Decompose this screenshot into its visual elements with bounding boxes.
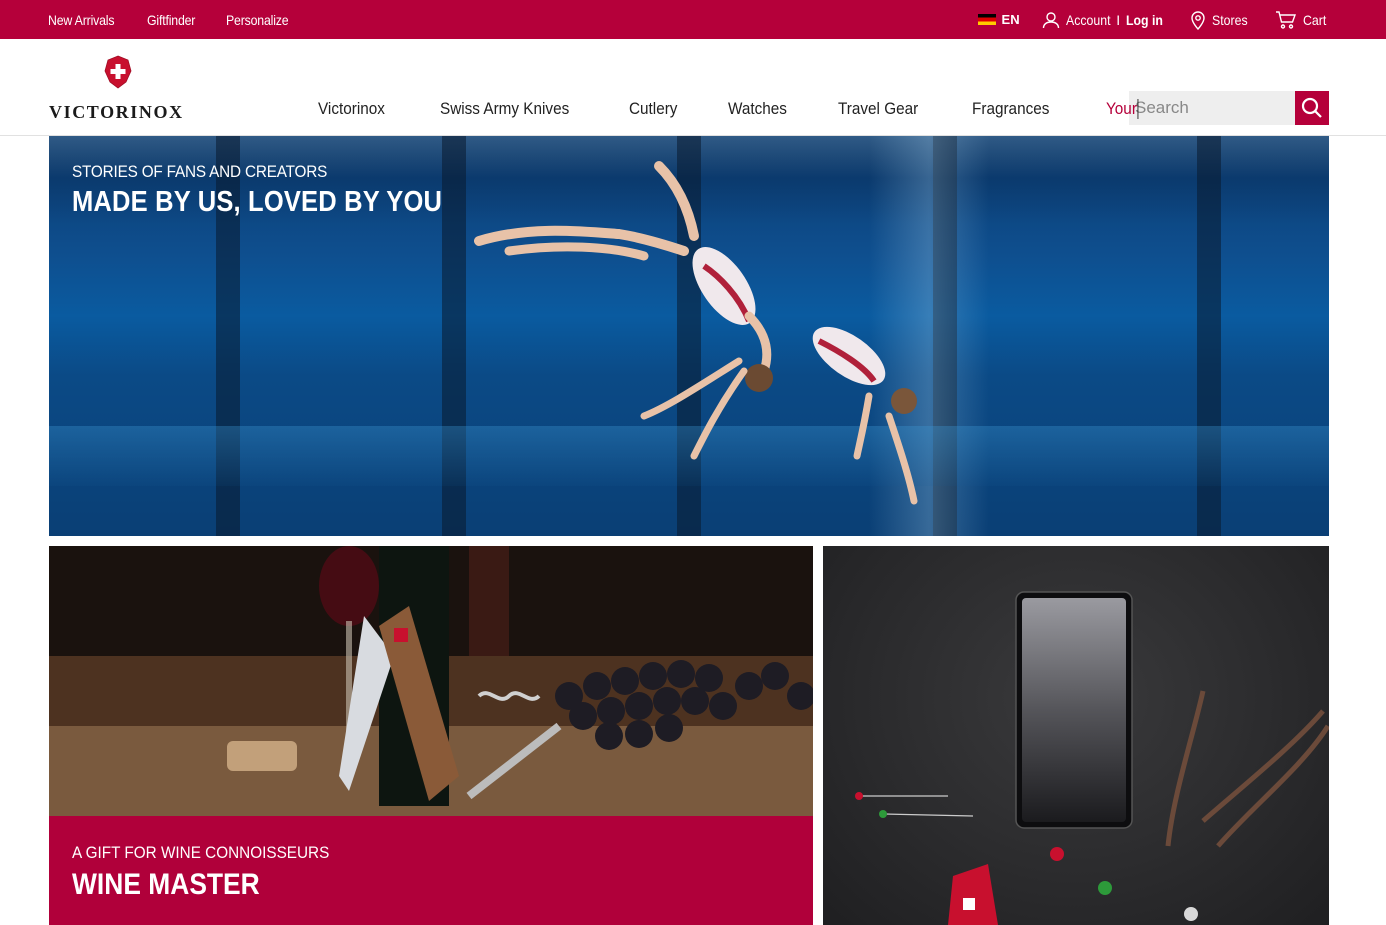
wine-master-caption: A GIFT FOR WINE CONNOISSEURS WINE MASTER: [49, 816, 813, 925]
nav-swiss-army-knives[interactable]: Swiss Army Knives: [440, 99, 569, 119]
search-box: [1129, 91, 1329, 125]
hero-headline: MADE BY US, LOVED BY YOU: [72, 186, 443, 218]
stores-label: Stores: [1212, 11, 1248, 28]
utility-actions: EN Account I Log in Stores Cart: [977, 0, 1329, 39]
wine-master-tile[interactable]: A GIFT FOR WINE CONNOISSEURS WINE MASTER: [49, 546, 813, 925]
swimmers-image: [474, 161, 918, 505]
stores-link[interactable]: Stores: [1190, 10, 1252, 30]
search-button[interactable]: [1295, 91, 1329, 125]
nav-watches[interactable]: Watches: [728, 99, 787, 119]
main-navigation: Victorinox Swiss Army Knives Cutlery Wat…: [318, 99, 1143, 119]
account-label: Account: [1065, 11, 1111, 28]
brand-wordmark: VICTORINOX: [49, 102, 184, 122]
language-selector[interactable]: EN: [977, 12, 1020, 27]
main-header: VICTORINOX Victorinox Swiss Army Knives …: [0, 39, 1386, 136]
wine-master-image: [49, 546, 813, 816]
location-pin-icon: [1191, 10, 1205, 30]
german-flag-icon: [977, 14, 996, 25]
cart-link[interactable]: Cart: [1275, 10, 1329, 29]
wine-master-kicker: A GIFT FOR WINE CONNOISSEURS: [72, 843, 330, 862]
search-icon: [1301, 97, 1322, 118]
hero-banner[interactable]: STORIES OF FANS AND CREATORS MADE BY US,…: [49, 136, 1329, 536]
account-separator: I: [1116, 11, 1121, 28]
wine-scene-illustration: [49, 546, 813, 816]
top-utility-bar: New Arrivals Giftfinder Personalize EN A…: [0, 0, 1386, 39]
cart-label: Cart: [1302, 11, 1326, 28]
utility-links: New Arrivals Giftfinder Personalize: [48, 0, 297, 39]
hero-kicker: STORIES OF FANS AND CREATORS: [72, 162, 328, 181]
cart-icon: [1275, 10, 1296, 29]
accessories-image: [855, 591, 1329, 925]
nav-victorinox[interactable]: Victorinox: [318, 99, 385, 119]
language-label: EN: [1001, 12, 1020, 27]
personalize-link[interactable]: Personalize: [226, 12, 289, 28]
nav-cutlery[interactable]: Cutlery: [629, 99, 677, 119]
new-arrivals-link[interactable]: New Arrivals: [48, 12, 115, 28]
wine-master-title: WINE MASTER: [72, 868, 260, 901]
giftfinder-link[interactable]: Giftfinder: [147, 12, 195, 28]
swiss-cross-shield-icon: [104, 55, 132, 89]
search-input[interactable]: [1129, 91, 1295, 125]
login-link[interactable]: Log in: [1126, 12, 1163, 28]
nav-travel-gear[interactable]: Travel Gear: [838, 99, 918, 119]
accessories-tile[interactable]: [823, 546, 1329, 925]
user-icon: [1042, 11, 1059, 28]
nav-fragrances[interactable]: Fragrances: [972, 99, 1049, 119]
nav-your[interactable]: Your: [1106, 99, 1140, 119]
victorinox-logo[interactable]: VICTORINOX: [49, 55, 189, 125]
account-menu[interactable]: Account I Log in: [1042, 11, 1168, 29]
